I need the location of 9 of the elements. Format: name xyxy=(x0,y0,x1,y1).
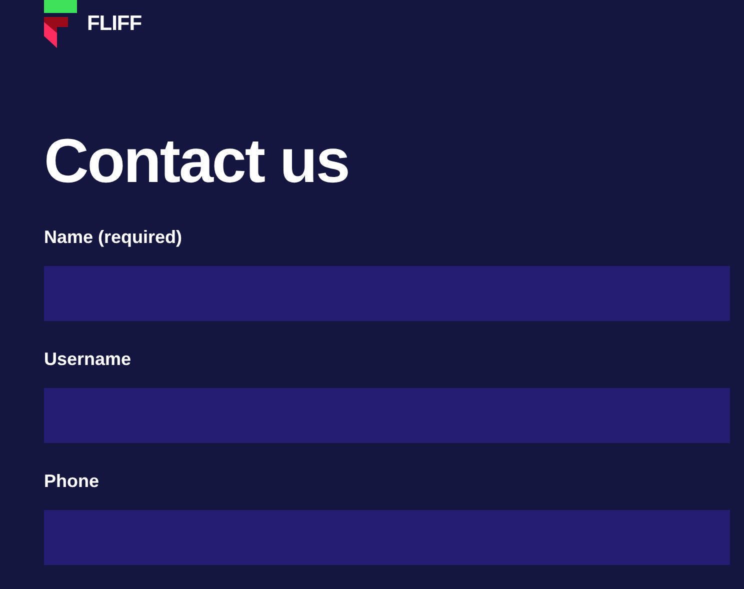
input-field[interactable] xyxy=(44,510,730,565)
field-label: Username xyxy=(44,348,132,371)
field-label: Name (required) xyxy=(44,226,184,249)
logo-icon xyxy=(44,0,78,48)
field-label: Phone xyxy=(44,470,100,493)
input-field[interactable] xyxy=(44,266,730,321)
logo-text: FLIFF xyxy=(87,13,142,34)
page-heading: Contact us xyxy=(44,131,350,193)
input-field[interactable] xyxy=(44,388,730,443)
